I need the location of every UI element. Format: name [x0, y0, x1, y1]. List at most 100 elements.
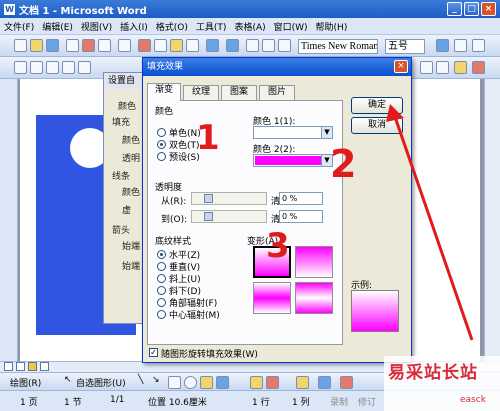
- bg-label-fill-color: 颜色: [122, 136, 141, 146]
- status-track: 修订: [358, 398, 377, 408]
- line-color-icon[interactable]: [318, 376, 331, 389]
- permission-icon[interactable]: [66, 39, 79, 52]
- preview-icon[interactable]: [98, 39, 111, 52]
- style-icon[interactable]: [14, 61, 27, 74]
- format-painter-icon[interactable]: [186, 39, 199, 52]
- bg-label-color-header: 颜色: [118, 102, 137, 112]
- view-print-icon[interactable]: [28, 362, 37, 371]
- status-section: 1 节: [64, 398, 82, 408]
- view-normal-icon[interactable]: [4, 362, 13, 371]
- menu-tools[interactable]: 工具(T): [196, 20, 227, 33]
- font-color-draw-icon[interactable]: [340, 376, 353, 389]
- insert-picture-icon[interactable]: [266, 376, 279, 389]
- tab-picture[interactable]: 图片: [259, 85, 295, 100]
- wordart-icon[interactable]: [216, 376, 229, 389]
- menu-file[interactable]: 文件(F): [4, 20, 34, 33]
- maximize-button[interactable]: □: [464, 2, 479, 16]
- from-corner-radio[interactable]: [157, 298, 166, 307]
- menu-insert[interactable]: 插入(I): [120, 20, 148, 33]
- line-icon[interactable]: ╲: [138, 375, 143, 385]
- rectangle-icon[interactable]: [168, 376, 181, 389]
- dialog-close-icon[interactable]: ×: [394, 60, 408, 73]
- bg-label-transparency: 透明: [122, 154, 141, 164]
- variant-3[interactable]: [253, 282, 291, 314]
- standard-toolbar: [0, 35, 500, 57]
- draw-menu[interactable]: 绘图(R): [10, 376, 41, 389]
- watermark-subtext: easck: [460, 395, 486, 405]
- minimize-button[interactable]: _: [447, 2, 462, 16]
- view-web-icon[interactable]: [16, 362, 25, 371]
- save-icon[interactable]: [46, 39, 59, 52]
- textbox-icon[interactable]: [200, 376, 213, 389]
- copy-icon[interactable]: [154, 39, 167, 52]
- new-icon[interactable]: [14, 39, 27, 52]
- preset-radio[interactable]: [157, 152, 166, 161]
- align-left-icon[interactable]: [30, 61, 43, 74]
- diagonal-down-radio[interactable]: [157, 286, 166, 295]
- rotate-fill-checkbox[interactable]: ✓: [149, 348, 158, 357]
- menu-help[interactable]: 帮助(H): [316, 20, 348, 33]
- autoshapes-menu[interactable]: 自选图形(U): [76, 376, 126, 389]
- fill-color-icon[interactable]: [296, 376, 309, 389]
- annotation-2: 2: [330, 142, 357, 186]
- arrow-icon[interactable]: ↘: [152, 375, 160, 385]
- from-spin[interactable]: 0 %: [279, 192, 323, 205]
- align-right-icon[interactable]: [62, 61, 75, 74]
- to-slider[interactable]: [191, 210, 267, 223]
- diagonal-up-radio[interactable]: [157, 274, 166, 283]
- color1-dropdown-icon[interactable]: ▼: [321, 127, 332, 138]
- font-name-combo[interactable]: Times New Roman: [298, 39, 378, 54]
- justify-icon[interactable]: [78, 61, 91, 74]
- spelling-icon[interactable]: [118, 39, 131, 52]
- paste-icon[interactable]: [170, 39, 183, 52]
- align-center-icon[interactable]: [46, 61, 59, 74]
- numbering-icon[interactable]: [420, 61, 433, 74]
- from-slider[interactable]: [191, 192, 267, 205]
- bg-label-begin-size: 始端: [122, 262, 141, 272]
- two-colors-radio[interactable]: [157, 140, 166, 149]
- font-size-combo[interactable]: 五号: [385, 39, 425, 54]
- print-icon[interactable]: [82, 39, 95, 52]
- open-icon[interactable]: [30, 39, 43, 52]
- undo-icon[interactable]: [206, 39, 219, 52]
- tab-gradient[interactable]: 渐变: [147, 83, 181, 101]
- color1-combo[interactable]: ▼: [253, 126, 333, 139]
- bg-label-dashed: 虚: [122, 206, 132, 216]
- menu-view[interactable]: 视图(V): [81, 20, 112, 33]
- one-color-radio[interactable]: [157, 128, 166, 137]
- cursor-icon[interactable]: ↖: [64, 375, 72, 385]
- bg-label-line: 线条: [112, 172, 131, 182]
- view-outline-icon[interactable]: [40, 362, 49, 371]
- variant-4[interactable]: [295, 282, 333, 314]
- bold-icon[interactable]: [454, 39, 467, 52]
- menu-edit[interactable]: 编辑(E): [42, 20, 73, 33]
- oval-icon[interactable]: [184, 376, 197, 389]
- menu-format[interactable]: 格式(O): [156, 20, 188, 33]
- font-color-icon[interactable]: [472, 61, 485, 74]
- menu-window[interactable]: 窗口(W): [274, 20, 308, 33]
- to-spin[interactable]: 0 %: [279, 210, 323, 223]
- tab-texture[interactable]: 纹理: [183, 85, 219, 100]
- tab-pattern[interactable]: 图案: [221, 85, 257, 100]
- table-icon[interactable]: [246, 39, 259, 52]
- vertical-scrollbar[interactable]: [484, 79, 500, 361]
- italic-icon[interactable]: [472, 39, 485, 52]
- variant-2[interactable]: [295, 246, 333, 278]
- close-button[interactable]: ×: [481, 2, 496, 16]
- color2-combo[interactable]: ▼: [253, 154, 333, 167]
- horizontal-radio[interactable]: [157, 250, 166, 259]
- cut-icon[interactable]: [138, 39, 151, 52]
- from-center-radio[interactable]: [157, 310, 166, 319]
- redo-icon[interactable]: [226, 39, 239, 52]
- draw-icon[interactable]: [436, 39, 449, 52]
- to-slider-thumb[interactable]: [204, 212, 213, 221]
- status-column: 1 列: [292, 398, 310, 408]
- highlight-icon[interactable]: [454, 61, 467, 74]
- zoom-icon[interactable]: [278, 39, 291, 52]
- bullets-icon[interactable]: [436, 61, 449, 74]
- vertical-radio[interactable]: [157, 262, 166, 271]
- from-slider-thumb[interactable]: [204, 194, 213, 203]
- menu-table[interactable]: 表格(A): [234, 20, 265, 33]
- columns-icon[interactable]: [262, 39, 275, 52]
- clipart-icon[interactable]: [250, 376, 263, 389]
